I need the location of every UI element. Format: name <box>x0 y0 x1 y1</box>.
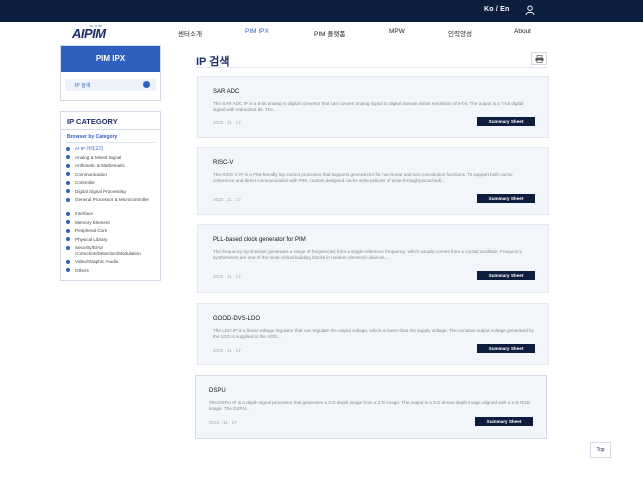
nav-about[interactable]: About <box>514 28 531 35</box>
bullet-icon <box>66 268 70 272</box>
ip-card-description: The frequency synthesizer generates a ra… <box>213 249 522 261</box>
category-title: IP CATEGORY <box>61 112 160 130</box>
ip-card-title: SAR ADC <box>213 89 240 95</box>
top-utility-bar: Ko / En <box>0 0 643 22</box>
nav-pim-platform[interactable]: PIM 플랫폼 <box>314 28 345 38</box>
aipim-logo[interactable]: AI·PIM AIPIM <box>72 24 128 41</box>
nav-training[interactable]: 인력양성 <box>448 28 472 38</box>
bullet-icon <box>66 189 70 193</box>
ip-card-description: The DSPU IP is a depth signal processor … <box>209 400 531 412</box>
summary-sheet-button[interactable]: Summary Sheet <box>477 194 535 203</box>
scroll-top-button[interactable]: Top <box>590 442 611 458</box>
ip-card[interactable]: RISC-V The RISC-V IP is a PIM-friendly 5… <box>197 147 549 215</box>
ip-card[interactable]: GOOD-DVS-LDO The LDO IP is a linear volt… <box>197 303 549 365</box>
summary-sheet-button[interactable]: Summary Sheet <box>477 271 535 280</box>
nav-center-intro[interactable]: 센터소개 <box>178 28 202 38</box>
sidebar-item-ip-search[interactable]: IP 검색 <box>65 79 156 93</box>
bullet-icon <box>66 197 70 202</box>
main-nav: AI·PIM AIPIM 센터소개 PIM IPX PIM 플랫폼 MPW 인력… <box>0 22 643 42</box>
summary-sheet-button[interactable]: Summary Sheet <box>477 344 535 353</box>
print-button[interactable] <box>531 52 547 65</box>
ip-card-title: GOOD-DVS-LDO <box>213 316 261 322</box>
bullet-icon <box>66 220 70 224</box>
ip-card-title: PLL-based clock generator for PIM <box>213 237 306 243</box>
ip-card-date: 2022 . 11 . 17 <box>213 120 241 125</box>
bullet-icon <box>66 259 70 264</box>
bullet-icon <box>66 180 70 185</box>
nav-pim-ipx[interactable]: PIM IPX <box>245 28 269 35</box>
ip-card-title: RISC-V <box>213 160 234 166</box>
title-divider <box>196 67 548 68</box>
sidebar-item-label: IP 검색 <box>75 83 91 89</box>
ip-card[interactable]: SAR ADC The SAR ADC IP is a 6-bit analog… <box>197 76 549 138</box>
summary-sheet-button[interactable]: Summary Sheet <box>475 417 533 426</box>
language-toggle[interactable]: Ko / En <box>484 6 510 13</box>
sidebar-ip-category: IP CATEGORY Browser by Category AI IP 카테… <box>60 111 161 281</box>
sidebar-pim-title: PIM IPX <box>61 46 160 72</box>
divider <box>65 142 156 143</box>
summary-sheet-button[interactable]: Summary Sheet <box>477 117 535 126</box>
bullet-icon <box>66 211 70 216</box>
bullet-icon <box>66 172 70 176</box>
bullet-icon <box>66 228 70 233</box>
ip-card-date: 2022 . 11 . 17 <box>213 274 241 279</box>
browse-by-category-label: Browser by Category <box>67 134 118 140</box>
logo-wordmark: AIPIM <box>72 26 106 41</box>
ip-card-description: The LDO IP is a linear voltage regulator… <box>213 328 534 340</box>
ip-card-title: DSPU <box>209 388 226 394</box>
ip-card-description: The RISC-V IP is a PIM-friendly 5ip cont… <box>213 172 513 184</box>
ip-card-date: 2022 . 11 . 17 <box>213 197 241 202</box>
nav-mpw[interactable]: MPW <box>389 28 405 35</box>
ip-card-description: The SAR ADC IP is a 6-bit analog to digi… <box>213 101 524 113</box>
bullet-icon <box>66 146 70 151</box>
sidebar-pim-ipx: PIM IPX IP 검색 <box>60 45 161 101</box>
chevron-right-icon <box>143 81 150 93</box>
bullet-icon <box>66 155 70 159</box>
bullet-icon <box>66 163 70 168</box>
ip-card[interactable]: DSPU The DSPU IP is a depth signal proce… <box>195 375 547 439</box>
ip-card-date: 2022 . 11 . 17 <box>209 420 237 425</box>
user-icon[interactable] <box>525 5 535 16</box>
bullet-icon <box>66 245 70 250</box>
ip-card[interactable]: PLL-based clock generator for PIM The fr… <box>197 224 549 293</box>
printer-icon <box>535 55 544 63</box>
bullet-icon <box>66 237 70 241</box>
ip-card-date: 2022 . 11 . 17 <box>213 348 241 353</box>
